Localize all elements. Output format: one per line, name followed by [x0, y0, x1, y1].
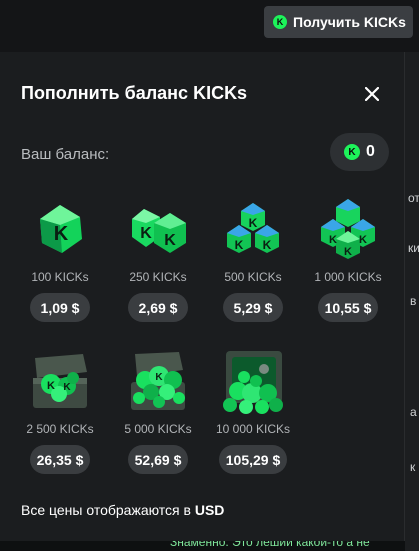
background-text: ки — [408, 241, 419, 255]
svg-text:K: K — [263, 238, 272, 252]
price-button[interactable]: 10,55 $ — [318, 293, 378, 322]
pack-label: 5 000 KICKs — [124, 422, 192, 436]
balance-value: 0 — [366, 143, 375, 160]
price-button[interactable]: 26,35 $ — [30, 445, 90, 474]
svg-text:K: K — [164, 232, 176, 249]
price-button[interactable]: 52,69 $ — [128, 445, 188, 474]
svg-text:K: K — [47, 380, 55, 392]
close-icon — [365, 87, 379, 101]
treasure-chest-small-icon: K K — [21, 346, 99, 416]
svg-text:K: K — [329, 234, 337, 246]
svg-text:K: K — [63, 382, 71, 393]
price-button[interactable]: 105,29 $ — [219, 445, 287, 474]
pack-label: 500 KICKs — [224, 270, 282, 284]
pack-10000[interactable]: 10 000 KICKs 105,29 $ — [214, 346, 292, 474]
gem-single-icon: K — [21, 194, 99, 264]
svg-text:K: K — [359, 234, 367, 246]
background-text: к — [410, 460, 416, 474]
pack-label: 100 KICKs — [31, 270, 89, 284]
kicks-coin-icon: K — [344, 144, 361, 160]
currency-note-text: Все цены отображаются в — [21, 502, 191, 518]
treasure-chest-large-icon: K — [119, 346, 197, 416]
background-text: а — [410, 405, 417, 419]
background-text: от — [408, 191, 419, 205]
pack-label: 1 000 KICKs — [314, 270, 382, 284]
price-button[interactable]: 2,69 $ — [128, 293, 188, 322]
pack-100[interactable]: K 100 KICKs 1,09 $ — [21, 194, 99, 322]
svg-text:K: K — [155, 372, 163, 383]
background-text: в — [410, 294, 417, 308]
pack-1000[interactable]: K K K 1 000 KICKs 10,55 $ — [309, 194, 387, 322]
balance-badge: K 0 — [330, 133, 389, 171]
price-button[interactable]: 1,09 $ — [30, 293, 90, 322]
price-button[interactable]: 5,29 $ — [223, 293, 283, 322]
pack-500[interactable]: K K K 500 KICKs 5,29 $ — [214, 194, 292, 322]
kicks-coin-icon: K — [273, 15, 287, 29]
balance-label: Ваш баланс: — [21, 146, 110, 163]
background-footer-strip: Знаменно. Это лешии какой-то а не — [170, 541, 419, 551]
gem-pair-icon: K K — [119, 194, 197, 264]
currency-note: Все цены отображаются в USD — [21, 502, 224, 518]
close-button[interactable] — [358, 80, 386, 108]
get-kicks-label: Получить KICKs — [293, 14, 406, 30]
svg-text:K: K — [344, 246, 352, 258]
svg-text:K: K — [54, 223, 69, 245]
gem-cluster-four-icon: K K K — [309, 194, 387, 264]
top-up-modal: Пополнить баланс KICKs Ваш баланс: K 0 K… — [0, 52, 405, 541]
modal-title: Пополнить баланс KICKs — [21, 83, 248, 103]
svg-text:K: K — [235, 238, 244, 252]
gem-cluster-three-icon: K K K — [214, 194, 292, 264]
top-bar: K Получить KICKs — [0, 0, 419, 52]
vault-icon — [214, 346, 292, 416]
pack-250[interactable]: K K 250 KICKs 2,69 $ — [119, 194, 197, 322]
pack-label: 2 500 KICKs — [26, 422, 94, 436]
pack-5000[interactable]: K 5 000 KICKs 52,69 $ — [119, 346, 197, 474]
currency-code: USD — [194, 502, 225, 518]
pack-label: 250 KICKs — [129, 270, 187, 284]
pack-2500[interactable]: K K 2 500 KICKs 26,35 $ — [21, 346, 99, 474]
pack-label: 10 000 KICKs — [215, 422, 291, 436]
background-text: Знаменно. Это лешии какой-то а не — [170, 541, 370, 549]
svg-text:K: K — [140, 225, 152, 242]
get-kicks-button[interactable]: K Получить KICKs — [264, 6, 413, 38]
svg-text:K: K — [249, 216, 258, 230]
